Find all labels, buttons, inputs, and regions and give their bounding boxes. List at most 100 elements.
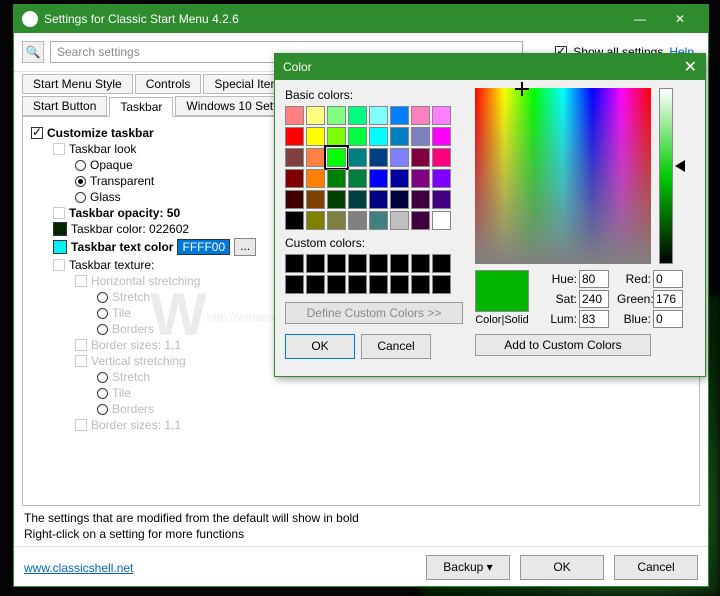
- basic-color-swatch[interactable]: [390, 106, 409, 125]
- basic-color-swatch[interactable]: [411, 148, 430, 167]
- basic-color-swatch[interactable]: [348, 211, 367, 230]
- opaque-radio[interactable]: [75, 160, 86, 171]
- custom-color-slot[interactable]: [411, 254, 430, 273]
- basic-color-swatch[interactable]: [306, 211, 325, 230]
- basic-color-swatch[interactable]: [285, 127, 304, 146]
- basic-color-swatch[interactable]: [411, 169, 430, 188]
- basic-color-swatch[interactable]: [432, 127, 451, 146]
- luminance-slider[interactable]: [659, 88, 673, 264]
- basic-color-swatch[interactable]: [306, 148, 325, 167]
- basic-color-swatch[interactable]: [348, 190, 367, 209]
- basic-color-swatch[interactable]: [390, 169, 409, 188]
- custom-color-slot[interactable]: [411, 275, 430, 294]
- custom-color-slot[interactable]: [369, 275, 388, 294]
- basic-color-swatch[interactable]: [306, 127, 325, 146]
- custom-color-slot[interactable]: [306, 254, 325, 273]
- basic-color-swatch[interactable]: [369, 211, 388, 230]
- texture-label[interactable]: Taskbar texture:: [69, 258, 154, 272]
- basic-color-swatch[interactable]: [327, 169, 346, 188]
- minimize-button[interactable]: —: [620, 7, 660, 31]
- custom-color-slot[interactable]: [390, 275, 409, 294]
- ok-button[interactable]: OK: [520, 555, 604, 580]
- close-button[interactable]: ✕: [660, 7, 700, 31]
- basic-color-swatch[interactable]: [369, 169, 388, 188]
- hue-input[interactable]: [579, 270, 609, 288]
- basic-color-swatch[interactable]: [390, 211, 409, 230]
- basic-color-swatch[interactable]: [432, 190, 451, 209]
- browse-color-button[interactable]: ...: [234, 238, 256, 256]
- tab-start-button[interactable]: Start Button: [22, 96, 107, 116]
- basic-color-swatch[interactable]: [432, 169, 451, 188]
- basic-color-swatch[interactable]: [327, 127, 346, 146]
- tab-taskbar[interactable]: Taskbar: [109, 97, 173, 117]
- basic-color-swatch[interactable]: [348, 127, 367, 146]
- sat-input[interactable]: [579, 290, 609, 308]
- basic-color-swatch[interactable]: [369, 106, 388, 125]
- basic-color-swatch[interactable]: [285, 106, 304, 125]
- taskbar-color-label[interactable]: Taskbar color: 022602: [71, 222, 189, 236]
- transparent-radio[interactable]: [75, 176, 86, 187]
- taskbar-color-swatch: [53, 222, 67, 236]
- color-dialog-close-icon[interactable]: ✕: [684, 57, 697, 77]
- basic-color-swatch[interactable]: [390, 190, 409, 209]
- glass-radio[interactable]: [75, 192, 86, 203]
- search-icon[interactable]: 🔍: [22, 41, 44, 63]
- spectrum-crosshair[interactable]: [515, 82, 529, 96]
- custom-color-slot[interactable]: [285, 254, 304, 273]
- add-custom-button[interactable]: Add to Custom Colors: [475, 334, 651, 356]
- custom-color-slot[interactable]: [369, 254, 388, 273]
- basic-color-swatch[interactable]: [369, 148, 388, 167]
- basic-color-swatch[interactable]: [285, 190, 304, 209]
- basic-color-swatch[interactable]: [369, 127, 388, 146]
- custom-color-slot[interactable]: [306, 275, 325, 294]
- custom-color-slot[interactable]: [348, 254, 367, 273]
- backup-button[interactable]: Backup ▾: [426, 555, 510, 580]
- basic-color-swatch[interactable]: [348, 106, 367, 125]
- custom-color-slot[interactable]: [327, 254, 346, 273]
- basic-color-swatch[interactable]: [327, 106, 346, 125]
- basic-color-swatch[interactable]: [306, 169, 325, 188]
- custom-color-slot[interactable]: [285, 275, 304, 294]
- cancel-button[interactable]: Cancel: [614, 555, 698, 580]
- tab-controls[interactable]: Controls: [135, 74, 202, 94]
- basic-color-swatch[interactable]: [432, 106, 451, 125]
- lum-input[interactable]: [579, 310, 609, 328]
- basic-color-swatch[interactable]: [327, 190, 346, 209]
- opacity-label[interactable]: Taskbar opacity: 50: [69, 206, 180, 220]
- red-input[interactable]: [653, 270, 683, 288]
- custom-color-slot[interactable]: [327, 275, 346, 294]
- basic-color-swatch[interactable]: [348, 169, 367, 188]
- basic-color-swatch[interactable]: [285, 211, 304, 230]
- green-input[interactable]: [653, 290, 683, 308]
- basic-color-swatch[interactable]: [369, 190, 388, 209]
- basic-color-swatch[interactable]: [306, 106, 325, 125]
- text-color-value[interactable]: FFFF00: [177, 239, 230, 255]
- basic-color-swatch[interactable]: [327, 211, 346, 230]
- tab-start-menu-style[interactable]: Start Menu Style: [22, 74, 133, 94]
- custom-color-slot[interactable]: [432, 275, 451, 294]
- basic-color-swatch[interactable]: [285, 169, 304, 188]
- website-link[interactable]: www.classicshell.net: [24, 561, 133, 575]
- custom-color-slot[interactable]: [348, 275, 367, 294]
- color-cancel-button[interactable]: Cancel: [361, 334, 431, 359]
- basic-color-swatch[interactable]: [411, 127, 430, 146]
- basic-color-swatch[interactable]: [411, 190, 430, 209]
- define-custom-button[interactable]: Define Custom Colors >>: [285, 302, 463, 324]
- basic-color-swatch[interactable]: [390, 127, 409, 146]
- basic-color-swatch[interactable]: [390, 148, 409, 167]
- basic-color-swatch[interactable]: [348, 148, 367, 167]
- color-ok-button[interactable]: OK: [285, 334, 355, 359]
- custom-color-slot[interactable]: [390, 254, 409, 273]
- basic-color-swatch[interactable]: [411, 106, 430, 125]
- basic-color-swatch[interactable]: [411, 211, 430, 230]
- basic-color-swatch[interactable]: [327, 148, 346, 167]
- custom-color-slot[interactable]: [432, 254, 451, 273]
- basic-color-swatch[interactable]: [432, 211, 451, 230]
- blue-input[interactable]: [653, 310, 683, 328]
- luminance-handle-icon[interactable]: [675, 160, 685, 172]
- basic-color-swatch[interactable]: [432, 148, 451, 167]
- basic-color-swatch[interactable]: [306, 190, 325, 209]
- basic-color-swatch[interactable]: [285, 148, 304, 167]
- customize-checkbox[interactable]: [31, 127, 43, 139]
- color-spectrum[interactable]: [475, 88, 651, 264]
